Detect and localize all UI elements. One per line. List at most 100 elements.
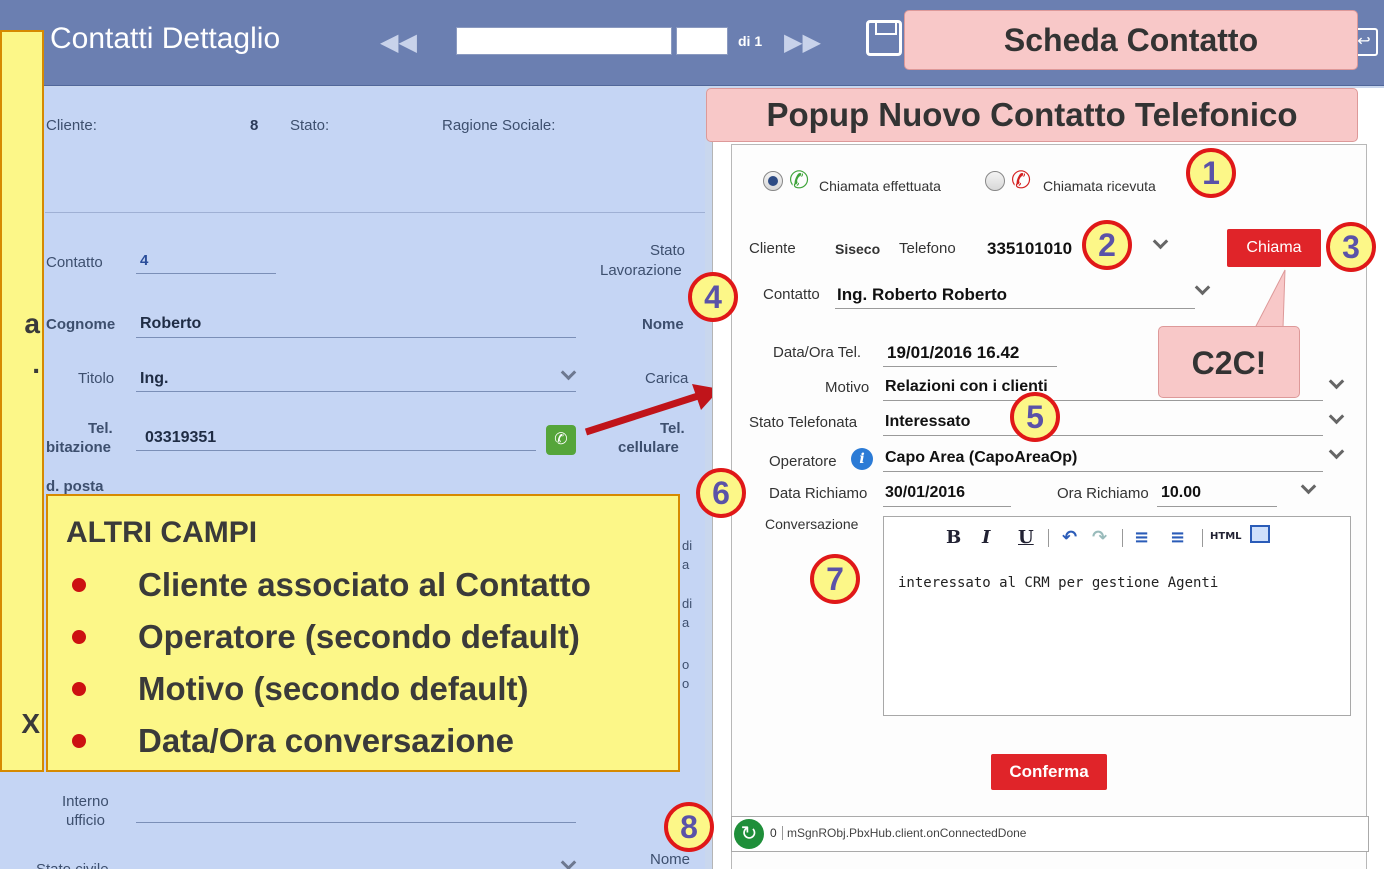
record-search-input[interactable] xyxy=(456,27,672,55)
info-icon[interactable]: i xyxy=(851,448,873,470)
titolo-chevron-down-icon[interactable] xyxy=(560,364,577,381)
marker-5: 5 xyxy=(1010,392,1060,442)
popup-telefono-label: Telefono xyxy=(899,240,956,257)
popup-contatto-value[interactable]: Ing. Roberto Roberto xyxy=(837,285,1007,305)
stato-civile-label: Stato civile xyxy=(36,861,109,869)
titolo-label: Titolo xyxy=(78,370,115,387)
bold-button[interactable]: B xyxy=(946,527,961,548)
conversazione-editor[interactable]: B I U ↶ ↷ ≡ ≡ HTML interessato al CRM pe… xyxy=(883,516,1351,716)
record-number-input[interactable] xyxy=(676,27,728,55)
callout-item: Cliente associato al Contatto xyxy=(66,562,591,614)
radio-outgoing-label: Chiamata effettuata xyxy=(819,178,941,194)
ora-richiamo-label: Ora Richiamo xyxy=(1057,485,1149,502)
incoming-call-icon: ✆ xyxy=(1011,167,1032,194)
status-message: mSgnRObj.PbxHub.client.onConnectedDone xyxy=(782,826,1026,840)
callout-item: Motivo (secondo default) xyxy=(66,666,591,718)
outgoing-call-icon: ✆ xyxy=(789,167,810,194)
titolo-value[interactable]: Ing. xyxy=(140,370,168,388)
ora-richiamo-value[interactable]: 10.00 xyxy=(1161,484,1201,502)
marker-3: 3 xyxy=(1326,222,1376,272)
marker-7: 7 xyxy=(810,554,860,604)
toolbar-separator xyxy=(1202,529,1203,547)
radio-incoming[interactable] xyxy=(985,171,1005,191)
html-button[interactable]: HTML xyxy=(1210,531,1242,542)
last-record-icon[interactable]: ▶▶ xyxy=(784,28,821,57)
stato-label: Stato: xyxy=(290,117,330,134)
posta-label: d. posta xyxy=(46,478,104,495)
tel-abitazione-label-1: Tel. xyxy=(88,420,113,437)
partial-label-4: a xyxy=(682,615,690,630)
tel-abitazione-underline xyxy=(136,450,536,451)
operatore-label: Operatore xyxy=(769,453,837,470)
cognome-label: Cognome xyxy=(46,316,116,333)
underline-button[interactable]: U xyxy=(1018,527,1034,548)
marker-8: 8 xyxy=(664,802,714,852)
cognome-value[interactable]: Roberto xyxy=(140,315,201,333)
divider xyxy=(45,212,705,213)
cliente-label: Cliente: xyxy=(46,117,97,134)
window-title: Contatti Dettaglio xyxy=(50,22,281,55)
radio-outgoing[interactable] xyxy=(763,171,783,191)
interno-label-1: Interno xyxy=(62,793,109,810)
cognome-underline xyxy=(136,337,576,338)
left-callout-text-3: X xyxy=(21,708,40,739)
data-richiamo-line xyxy=(883,506,1011,507)
numbered-list-icon[interactable]: ≡ xyxy=(1170,527,1185,548)
nome2-label: Nome xyxy=(650,851,691,868)
bullet-list-icon[interactable]: ≡ xyxy=(1134,527,1149,548)
status-count: 0 xyxy=(770,826,777,840)
conferma-button[interactable]: Conferma xyxy=(991,754,1107,790)
dataora-value[interactable]: 19/01/2016 16.42 xyxy=(887,343,1019,363)
refresh-icon[interactable]: ↻ xyxy=(734,819,764,849)
callout-item: Operatore (secondo default) xyxy=(66,614,591,666)
save-icon[interactable] xyxy=(866,20,902,56)
call-phone-icon[interactable]: ✆ xyxy=(546,425,576,455)
nome-label: Nome xyxy=(642,316,684,333)
tel-abitazione-value[interactable]: 03319351 xyxy=(145,429,216,447)
motivo-line xyxy=(883,400,1323,401)
contatto-underline xyxy=(136,273,276,274)
conversazione-text[interactable]: interessato al CRM per gestione Agenti xyxy=(898,575,1218,591)
motivo-value[interactable]: Relazioni con i clienti xyxy=(885,378,1048,396)
interno-label-2: ufficio xyxy=(66,812,105,829)
left-callout-text-2: . xyxy=(32,348,40,379)
record-count: di 1 xyxy=(738,33,763,49)
conversazione-label: Conversazione xyxy=(765,516,859,532)
stato-line xyxy=(883,435,1323,436)
undo-icon[interactable]: ↶ xyxy=(1062,527,1077,548)
tel-abitazione-label-2: bitazione xyxy=(46,439,112,456)
toolbar-separator xyxy=(1048,529,1049,547)
popup-telefono-value[interactable]: 335101010 xyxy=(987,239,1072,259)
status-bar: ↻ 0 mSgnRObj.PbxHub.client.onConnectedDo… xyxy=(731,816,1369,852)
partial-label-6: o xyxy=(682,676,690,691)
popup-cliente-label: Cliente xyxy=(749,240,796,257)
contatto-value[interactable]: 4 xyxy=(140,252,148,269)
operatore-line xyxy=(883,471,1323,472)
operatore-value[interactable]: Capo Area (CapoAreaOp) xyxy=(885,449,1077,467)
radio-incoming-label: Chiamata ricevuta xyxy=(1043,178,1156,194)
ora-richiamo-line xyxy=(1157,506,1277,507)
fullscreen-icon[interactable] xyxy=(1250,525,1270,543)
interno-underline xyxy=(136,822,576,823)
stato-lavorazione-label-1: Stato xyxy=(650,242,686,259)
cliente-value: 8 xyxy=(250,117,259,134)
redo-icon[interactable]: ↷ xyxy=(1092,527,1107,548)
left-callout-box: a . X xyxy=(0,30,44,772)
altri-campi-callout: ALTRI CAMPI Cliente associato al Contatt… xyxy=(46,494,680,772)
contatto-line xyxy=(835,308,1195,309)
toolbar-separator xyxy=(1122,529,1123,547)
partial-label-3: di xyxy=(682,596,693,611)
editor-toolbar: B I U ↶ ↷ ≡ ≡ HTML xyxy=(884,517,1350,559)
first-record-icon[interactable]: ◀◀ xyxy=(380,28,417,57)
tel-cellulare-label-2: cellulare xyxy=(618,439,679,456)
popup-cliente-value: Siseco xyxy=(835,241,881,257)
dataora-line xyxy=(883,366,1057,367)
stato-civile-chevron-down-icon[interactable] xyxy=(560,854,577,869)
stato-telefonata-value[interactable]: Interessato xyxy=(885,413,970,431)
popup-contatto-label: Contatto xyxy=(763,286,820,303)
data-richiamo-value[interactable]: 30/01/2016 xyxy=(885,484,965,502)
italic-button[interactable]: I xyxy=(982,527,990,548)
chiama-button[interactable]: Chiama xyxy=(1227,229,1321,267)
callout-title: ALTRI CAMPI xyxy=(66,516,258,549)
stato-telefonata-label: Stato Telefonata xyxy=(749,414,858,431)
